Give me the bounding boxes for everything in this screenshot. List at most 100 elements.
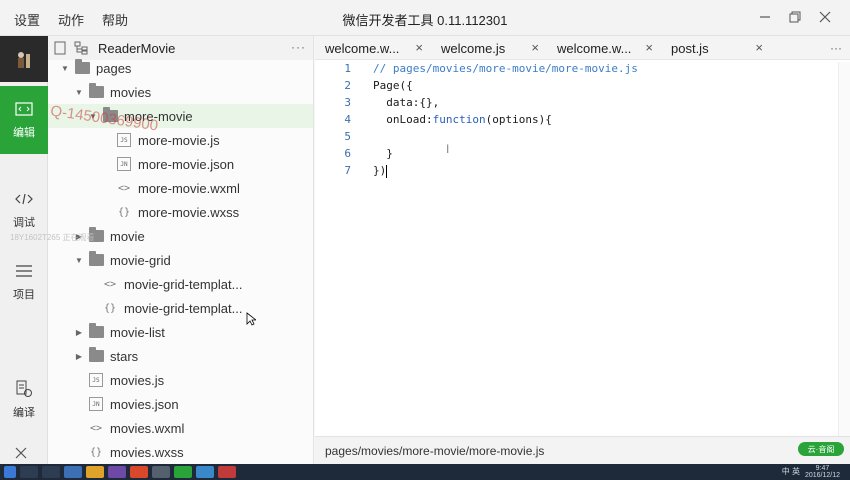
caret-down-icon[interactable]: ▼	[88, 112, 98, 121]
activity-debug[interactable]: 调试	[0, 176, 48, 244]
close-tab-icon[interactable]: ×	[415, 40, 423, 55]
editor-tab[interactable]: welcome.w... ×	[315, 36, 431, 60]
maximize-button[interactable]	[782, 6, 808, 28]
tree-folder[interactable]: ▶ movie	[48, 224, 313, 248]
code-line-1: // pages/movies/more-movie/more-movie.js	[373, 60, 638, 77]
hierarchy-icon[interactable]	[74, 41, 88, 55]
code-line-3: data:{},	[373, 94, 439, 111]
tree-item-label: movie	[110, 228, 145, 244]
clock-time: 9:47	[815, 465, 830, 472]
close-tab-icon[interactable]: ×	[531, 40, 539, 55]
close-icon	[15, 447, 27, 459]
tree-file[interactable]: <> more-movie.wxml	[48, 176, 313, 200]
file-icon[interactable]	[54, 41, 66, 55]
line-number: 6	[344, 147, 351, 160]
close-window-button[interactable]	[812, 6, 838, 28]
caret-right-icon[interactable]: ▶	[74, 352, 84, 361]
activity-compile-label: 编译	[13, 407, 35, 419]
tree-folder[interactable]: ▼ pages	[48, 56, 313, 80]
folder-icon	[88, 83, 104, 99]
tree-file[interactable]: JS more-movie.js	[48, 128, 313, 152]
settings-icon[interactable]	[152, 466, 170, 478]
json-file-icon: JN	[116, 157, 132, 171]
folder-icon	[88, 347, 104, 363]
activity-edit[interactable]: 编辑	[0, 86, 48, 154]
tree-folder[interactable]: ▶ stars	[48, 344, 313, 368]
close-icon	[819, 11, 831, 23]
system-tray[interactable]: 中 英	[782, 466, 800, 477]
json-file-icon: JN	[88, 397, 104, 411]
app-icon[interactable]	[218, 466, 236, 478]
caret-down-icon[interactable]: ▼	[74, 256, 84, 265]
tree-item-label: stars	[110, 348, 139, 364]
caret-down-icon[interactable]: ▼	[60, 64, 70, 73]
editor-tab[interactable]: welcome.w... ×	[547, 36, 661, 60]
code-line-4: onLoad:function(options){	[373, 111, 552, 128]
tree-folder[interactable]: ▼ movies	[48, 80, 313, 104]
wxml-file-icon: <>	[89, 422, 103, 434]
data-token: data:{},	[373, 96, 440, 109]
line-number: 5	[344, 130, 351, 143]
search-icon[interactable]	[20, 466, 38, 478]
activity-debug-label: 调试	[13, 217, 35, 229]
close-tab-icon[interactable]: ×	[755, 40, 763, 55]
avatar[interactable]	[0, 36, 48, 82]
tree-file[interactable]: {} more-movie.wxss	[48, 200, 313, 224]
wechat-devtools-icon[interactable]	[174, 466, 192, 478]
close-tab-icon[interactable]: ×	[645, 40, 653, 55]
start-icon[interactable]	[4, 466, 16, 478]
activity-project[interactable]: 项目	[0, 248, 48, 316]
wxss-file-icon: {}	[89, 446, 103, 458]
end-token: })	[373, 164, 387, 177]
tab-label: welcome.w...	[325, 40, 400, 56]
folder-icon	[88, 227, 104, 243]
code-line-6: }	[373, 145, 393, 162]
caret-right-icon[interactable]: ▶	[74, 328, 84, 337]
app-title: 微信开发者工具 0.11.112301	[342, 13, 508, 28]
minimize-button[interactable]	[752, 6, 778, 28]
tree-folder[interactable]: ▼ more-movie	[48, 104, 313, 128]
editor-scrollbar[interactable]	[838, 62, 850, 462]
tree-folder[interactable]: ▼ movie-grid	[48, 248, 313, 272]
tabs-more-button[interactable]: ···	[830, 41, 842, 55]
tree-file[interactable]: JS movies.js	[48, 368, 313, 392]
close-brace-token: }	[373, 147, 393, 160]
ie-icon[interactable]	[64, 466, 82, 478]
tree-item-label: pages	[96, 60, 132, 76]
title-bar: 设置 动作 帮助 微信开发者工具 0.11.112301	[0, 0, 850, 36]
clock: 9:47 2016/12/12	[805, 465, 840, 479]
file-explorer: ReaderMovie ··· ▼ pages ▼ movies ▼ more-movie…	[48, 36, 314, 464]
folder-icon[interactable]	[86, 466, 104, 478]
activity-compile[interactable]: 编译	[0, 366, 48, 434]
app-icon[interactable]	[108, 466, 126, 478]
chrome-icon[interactable]	[130, 466, 148, 478]
tree-item-label: movie-list	[110, 324, 165, 340]
minimize-icon	[760, 16, 770, 18]
project-name: ReaderMovie	[98, 40, 176, 56]
tree-file[interactable]: JN movies.json	[48, 392, 313, 416]
taskview-icon[interactable]	[42, 466, 60, 478]
tab-label: post.js	[671, 40, 709, 56]
editor-tab[interactable]: welcome.js ×	[431, 36, 547, 60]
line-number: 3	[344, 96, 351, 109]
brace-token: ({	[399, 79, 413, 92]
comment-token: // pages/movies/more-movie/more-movie.js	[373, 62, 638, 75]
explorer-more-button[interactable]: ···	[291, 40, 306, 54]
tree-item-label: movies.wxml	[110, 420, 185, 436]
tree-file[interactable]: JN more-movie.json	[48, 152, 313, 176]
app-icon[interactable]	[196, 466, 214, 478]
wxss-file-icon: {}	[117, 206, 131, 218]
tree-file[interactable]: {} movie-grid-templat...	[48, 296, 313, 320]
tree-item-label: movies	[110, 84, 152, 100]
compile-icon	[14, 380, 34, 398]
tree-file[interactable]: <> movie-grid-templat...	[48, 272, 313, 296]
tree-file[interactable]: <> movies.wxml	[48, 416, 313, 440]
close-panel-button[interactable]	[14, 446, 28, 463]
tree-folder[interactable]: ▶ movie-list	[48, 320, 313, 344]
caret-right-icon[interactable]: ▶	[74, 232, 84, 241]
tree-item-label: more-movie.wxss	[138, 204, 240, 220]
caret-down-icon[interactable]: ▼	[74, 88, 84, 97]
editor-tab[interactable]: post.js ×	[661, 36, 771, 60]
tree-file[interactable]: {} movies.wxss	[48, 440, 313, 464]
js-file-icon: JS	[88, 373, 104, 387]
